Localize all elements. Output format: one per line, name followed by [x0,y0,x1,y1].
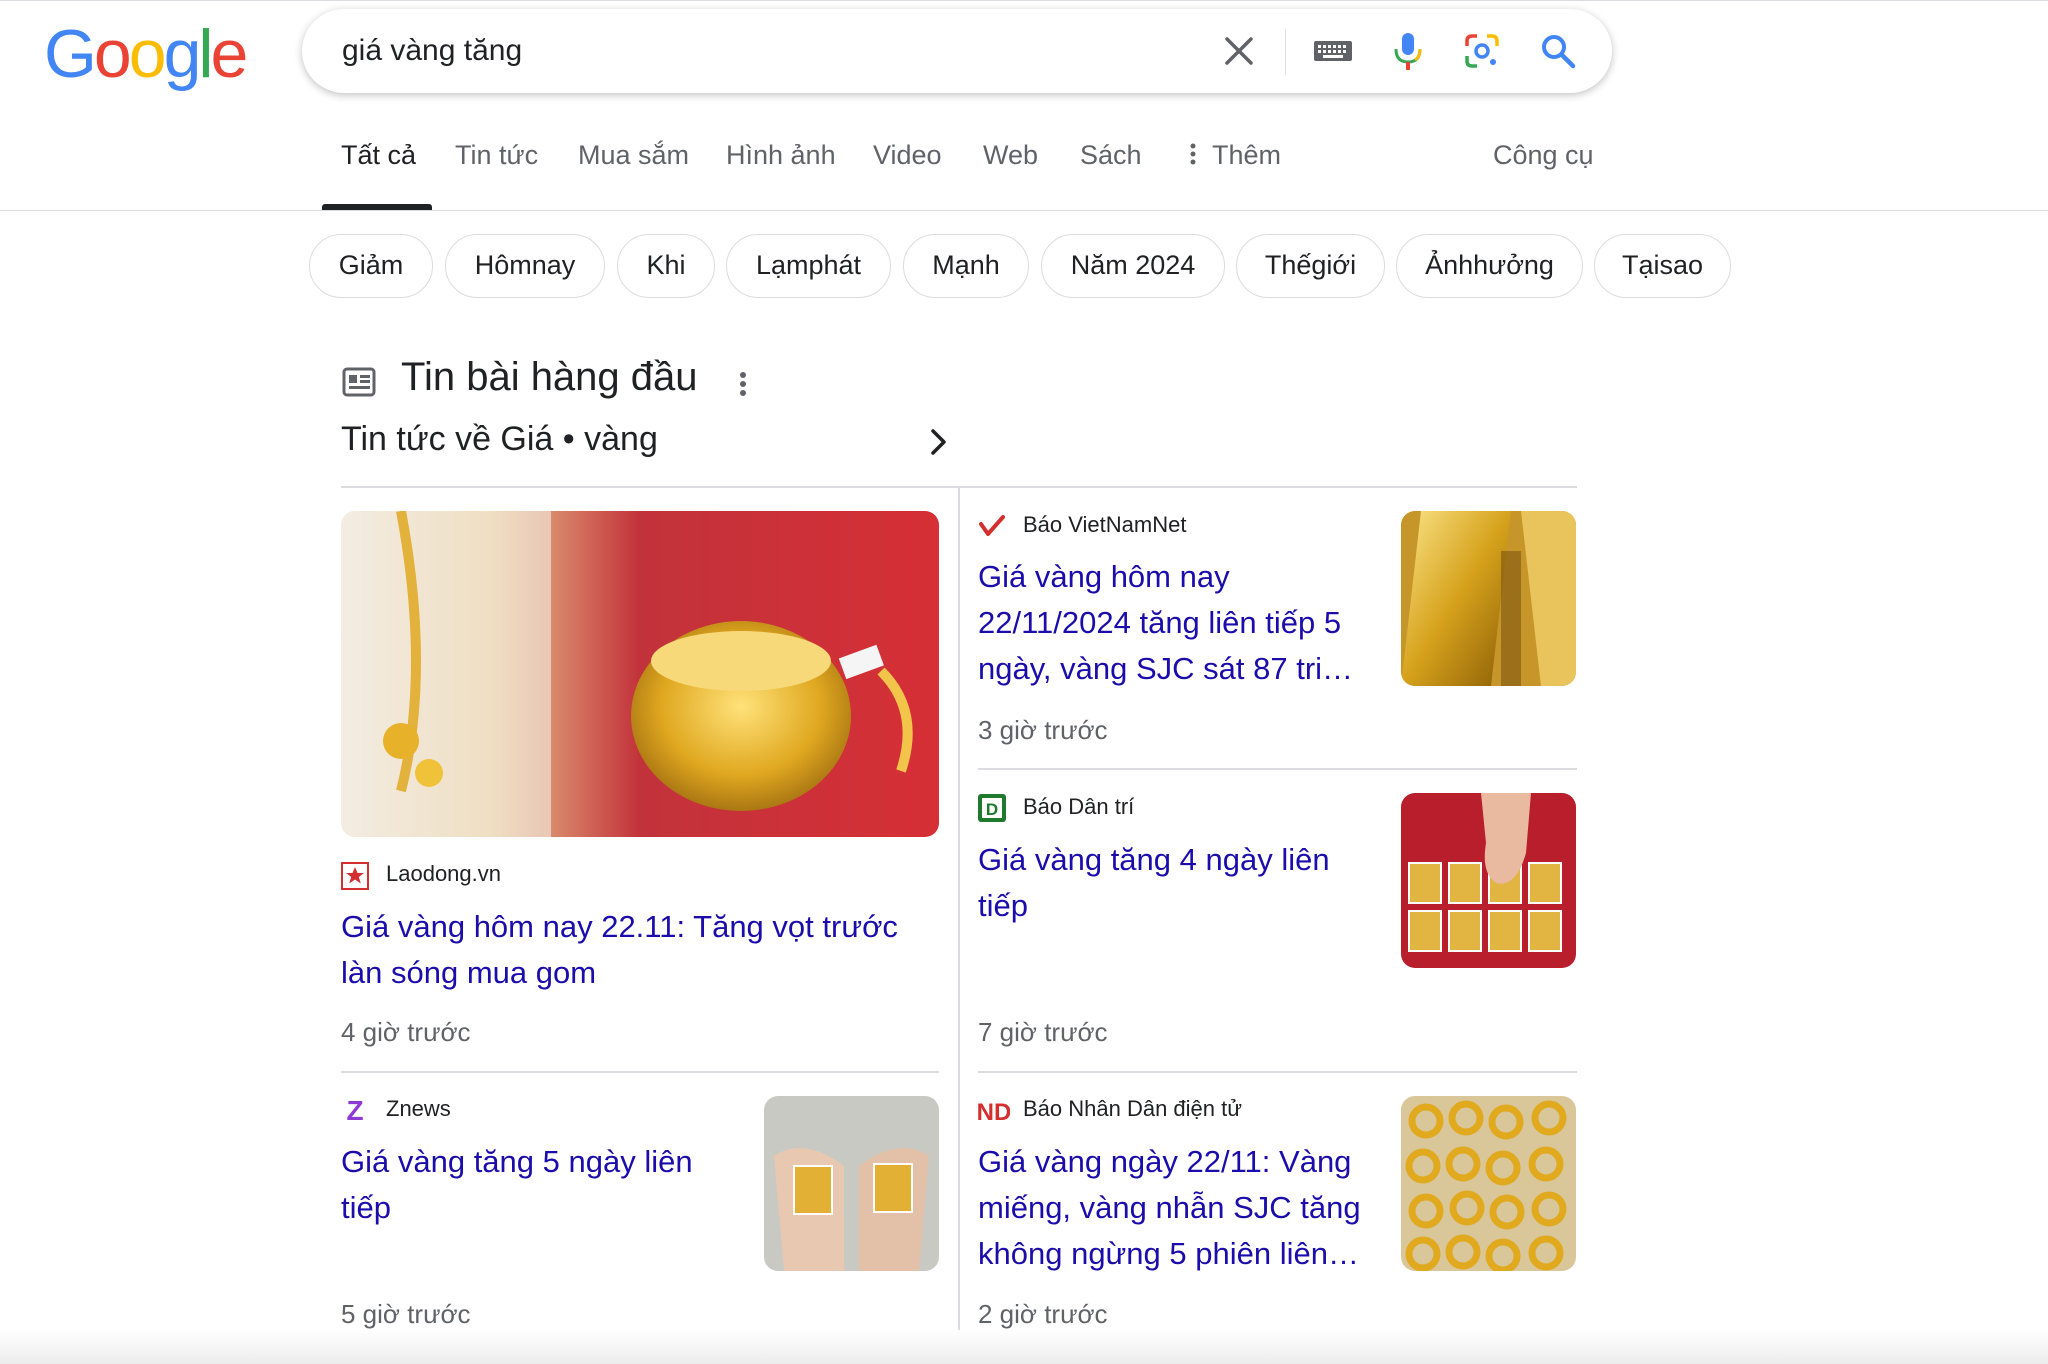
article-headline[interactable]: Giá vàng tăng 5 ngày liên tiếp [341,1139,731,1231]
filter-chip[interactable]: Mạnh [903,234,1029,298]
newspaper-icon [342,367,376,402]
article-source: Znews [386,1096,451,1121]
tabs-divider [0,210,2048,211]
article-thumbnail[interactable] [1401,511,1576,686]
article-time: 2 giờ trước [978,1299,1108,1329]
search-icon[interactable] [1538,31,1578,71]
article-headline[interactable]: Giá vàng ngày 22/11: Vàng miếng, vàng nh… [978,1139,1368,1277]
dantri-favicon: D [978,794,1006,822]
google-logo[interactable]: Google [44,14,249,94]
article-headline[interactable]: Giá vàng hôm nay 22/11/2024 tăng liên ti… [978,554,1368,692]
znews-favicon-letter: Z [346,1096,363,1124]
search-input[interactable]: giá vàng tăng [342,9,522,93]
logo-letter: o [128,16,167,92]
logo-letter: g [163,16,202,92]
section-title: Tin bài hàng đầu [401,355,698,399]
filter-chip[interactable]: Giảm [309,234,433,298]
article-thumbnail[interactable] [1401,793,1576,968]
keyboard-icon[interactable] [1311,31,1355,71]
window-bottom-edge [0,1330,2048,1364]
logo-letter: e [210,16,249,92]
article-headline[interactable]: Giá vàng hôm nay 22.11: Tăng vọt trước l… [341,904,941,996]
tab-more[interactable]: Thêm [1190,140,1281,172]
tab-web[interactable]: Web [983,140,1038,171]
tab-video[interactable]: Video [873,140,942,171]
tab-all[interactable]: Tất cả [341,140,416,171]
more-options-icon[interactable] [730,366,756,402]
top-border [0,0,2048,1]
section-subtitle[interactable]: Tin tức về Giá • vàng [341,420,658,459]
search-box[interactable]: giá vàng tăng [302,9,1612,93]
article-time: 3 giờ trước [978,715,1108,745]
more-vert-icon [1190,141,1204,172]
znews-favicon: Z [341,1095,369,1126]
card-divider [978,1071,1577,1073]
logo-letter: l [198,16,213,92]
article-thumbnail[interactable] [1401,1096,1576,1271]
filter-chip[interactable]: Hômnay [445,234,605,298]
tab-news[interactable]: Tin tức [455,140,538,171]
tools-button[interactable]: Công cụ [1493,140,1594,171]
microphone-icon[interactable] [1388,31,1428,71]
tab-images[interactable]: Hình ảnh [726,140,836,171]
column-divider [958,488,960,1332]
filter-chip[interactable]: Lạmphát [726,234,891,298]
article-source: Báo VietNamNet [1023,512,1187,537]
nhandan-favicon-letters: ND [978,1099,1010,1124]
chevron-right-icon[interactable] [920,424,956,460]
card-divider [341,1071,939,1073]
nhandan-favicon: ND [977,1096,1012,1126]
article-source: Báo Dân trí [1023,794,1135,819]
article-time: 7 giờ trước [978,1017,1108,1047]
article-thumbnail[interactable] [764,1096,939,1271]
dantri-favicon-letter: D [986,800,998,819]
article-time: 5 giờ trước [341,1299,471,1329]
card-divider [978,768,1577,770]
filter-chip[interactable]: Tạisao [1594,234,1731,298]
filter-chip[interactable]: Thếgiới [1236,234,1385,298]
article-source: Laodong.vn [386,861,501,886]
tab-shopping[interactable]: Mua sắm [578,140,689,171]
article-source: Báo Nhân Dân điện tử [1023,1096,1242,1121]
tab-books[interactable]: Sách [1080,140,1142,171]
lens-icon[interactable] [1462,31,1502,71]
filter-chip[interactable]: Ảnhhưởng [1396,234,1583,298]
article-headline[interactable]: Giá vàng tăng 4 ngày liên tiếp [978,837,1368,929]
article-time: 4 giờ trước [341,1017,471,1047]
laodong-favicon [341,862,369,890]
search-divider [1285,29,1286,75]
close-icon[interactable] [1219,31,1259,71]
logo-letter: G [44,16,97,92]
filter-chip[interactable]: Năm 2024 [1041,234,1225,298]
vietnamnet-favicon [978,512,1006,540]
article-thumbnail[interactable] [341,511,939,837]
filter-chip[interactable]: Khi [617,234,715,298]
logo-letter: o [93,16,132,92]
tab-more-label: Thêm [1212,140,1282,170]
